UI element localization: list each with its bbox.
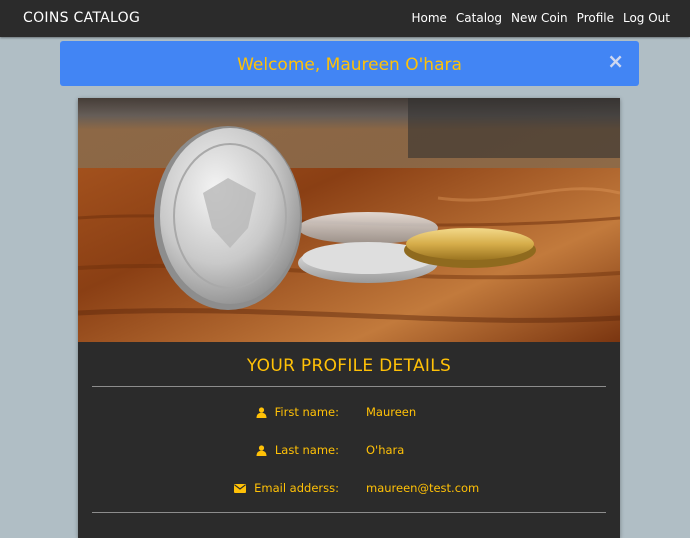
email-row: Email adderss: maureen@test.com <box>78 481 620 497</box>
email-label-text: Email adderss: <box>254 481 339 495</box>
nav-catalog-link[interactable]: Catalog <box>456 11 502 25</box>
divider <box>92 512 606 513</box>
nav-logout-link[interactable]: Log Out <box>623 11 670 25</box>
email-label: Email adderss: <box>234 481 339 495</box>
first-name-label: First name: <box>256 405 339 419</box>
divider <box>92 386 606 387</box>
profile-card: YOUR PROFILE DETAILS First name: Maureen… <box>78 98 620 538</box>
first-name-value: Maureen <box>366 405 417 419</box>
nav-profile-link[interactable]: Profile <box>577 11 614 25</box>
last-name-value: O'hara <box>366 443 405 457</box>
last-name-label-text: Last name: <box>274 443 339 457</box>
nav-new-coin-link[interactable]: New Coin <box>511 11 568 25</box>
envelope-icon <box>234 483 247 493</box>
navbar: COINS CATALOG Home Catalog New Coin Prof… <box>0 0 690 37</box>
welcome-message: Welcome, Maureen O'hara <box>237 55 462 75</box>
last-name-label: Last name: <box>256 443 339 457</box>
user-icon <box>256 406 267 418</box>
nav-home-link[interactable]: Home <box>411 11 446 25</box>
first-name-row: First name: Maureen <box>78 405 620 421</box>
last-name-row: Last name: O'hara <box>78 443 620 459</box>
profile-title: YOUR PROFILE DETAILS <box>246 356 452 376</box>
nav-links: Home Catalog New Coin Profile Log Out <box>411 11 670 25</box>
email-value: maureen@test.com <box>366 481 480 495</box>
coins-hero-image <box>78 98 620 342</box>
alert-close-button[interactable]: × <box>607 49 624 73</box>
user-icon <box>256 444 267 456</box>
first-name-label-text: First name: <box>274 405 339 419</box>
welcome-alert: Welcome, Maureen O'hara × <box>60 41 639 86</box>
brand-link[interactable]: COINS CATALOG <box>23 10 140 26</box>
